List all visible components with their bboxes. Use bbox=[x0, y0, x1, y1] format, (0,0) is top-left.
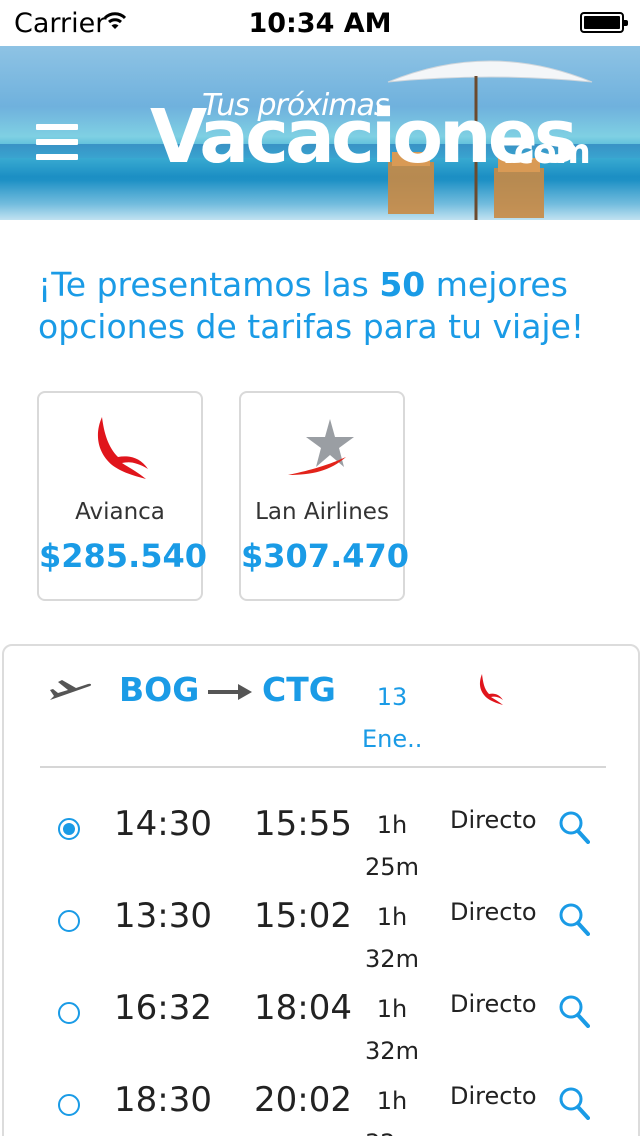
route-date-day: 13 bbox=[376, 683, 408, 711]
flight-row[interactable]: 16:32 18:04 1h 32m Directo bbox=[4, 982, 640, 1074]
airline-price: $285.540 bbox=[39, 537, 208, 575]
airline-name: Lan Airlines bbox=[255, 499, 389, 525]
plane-icon bbox=[50, 680, 92, 700]
flight-type: Directo bbox=[450, 990, 537, 1018]
duration-hours: 1h bbox=[376, 995, 408, 1023]
status-bar: Carrier 10:34 AM bbox=[0, 0, 640, 46]
airline-card-lan[interactable]: Lan Airlines $307.470 bbox=[239, 391, 410, 601]
flight-duration: 1h 32m bbox=[364, 896, 420, 980]
flight-radio-selected[interactable] bbox=[58, 818, 80, 840]
route-date-month: Ene.. bbox=[362, 725, 423, 753]
logo-suffix: .com bbox=[502, 132, 591, 172]
search-icon[interactable] bbox=[558, 810, 590, 844]
route-date: 13 Ene.. bbox=[362, 676, 422, 760]
intro-text: ¡Te presentamos las 50 mejores opciones … bbox=[38, 264, 618, 348]
flight-duration: 1h 32m bbox=[364, 988, 420, 1072]
flight-radio[interactable] bbox=[58, 1002, 80, 1024]
route-header: BOG CTG 13 Ene.. bbox=[4, 646, 640, 766]
avianca-logo-icon bbox=[479, 674, 503, 705]
duration-minutes: 32m bbox=[365, 1037, 419, 1065]
search-icon[interactable] bbox=[558, 902, 590, 936]
flight-type: Directo bbox=[450, 1082, 537, 1110]
duration-minutes: 32m bbox=[365, 945, 419, 973]
lan-logo-icon bbox=[288, 419, 354, 475]
flight-duration: 1h 25m bbox=[364, 804, 420, 888]
route-origin: BOG bbox=[119, 670, 200, 709]
duration-hours: 1h bbox=[376, 811, 408, 839]
search-icon[interactable] bbox=[558, 1086, 590, 1120]
flight-type: Directo bbox=[450, 806, 537, 834]
status-time: 10:34 AM bbox=[248, 8, 392, 39]
departure-time: 14:30 bbox=[114, 804, 212, 844]
route-destination: CTG bbox=[262, 670, 336, 709]
flight-radio[interactable] bbox=[58, 1094, 80, 1116]
duration-minutes: 32m bbox=[364, 1122, 420, 1136]
flight-row[interactable]: 18:30 20:02 1h 32m Directo bbox=[4, 1074, 640, 1136]
duration-hours: 1h bbox=[376, 903, 408, 931]
arrival-time: 15:02 bbox=[254, 896, 352, 936]
airline-card-avianca[interactable]: Avianca $285.540 bbox=[37, 391, 208, 601]
airline-price: $307.470 bbox=[241, 537, 410, 575]
duration-hours: 1h bbox=[376, 1087, 408, 1115]
header-banner: Tus próximas Vacaciones .com bbox=[0, 46, 640, 220]
airline-name: Avianca bbox=[75, 499, 165, 525]
departure-time: 13:30 bbox=[114, 896, 212, 936]
flight-row[interactable]: 14:30 15:55 1h 25m Directo bbox=[4, 798, 640, 890]
flights-panel: BOG CTG 13 Ene.. 14:30 15:55 1h 25m Direc… bbox=[2, 644, 640, 1136]
avianca-logo-icon bbox=[97, 417, 148, 479]
hamburger-menu-icon[interactable] bbox=[36, 124, 78, 164]
flight-type: Directo bbox=[450, 898, 537, 926]
battery-icon bbox=[580, 12, 628, 33]
flight-radio[interactable] bbox=[58, 910, 80, 932]
arrival-time: 18:04 bbox=[254, 988, 352, 1028]
departure-time: 18:30 bbox=[114, 1080, 212, 1120]
site-logo: Tus próximas Vacaciones .com bbox=[150, 88, 591, 220]
divider bbox=[40, 766, 606, 768]
arrow-right-icon bbox=[208, 684, 252, 700]
intro-count: 50 bbox=[379, 265, 426, 304]
departure-time: 16:32 bbox=[114, 988, 212, 1028]
arrival-time: 20:02 bbox=[254, 1080, 352, 1120]
intro-prefix: ¡Te presentamos las bbox=[38, 265, 380, 304]
flight-row[interactable]: 13:30 15:02 1h 32m Directo bbox=[4, 890, 640, 982]
arrival-time: 15:55 bbox=[254, 804, 352, 844]
duration-minutes: 25m bbox=[365, 853, 419, 881]
search-icon[interactable] bbox=[558, 994, 590, 1028]
flight-duration: 1h 32m bbox=[364, 1080, 420, 1136]
